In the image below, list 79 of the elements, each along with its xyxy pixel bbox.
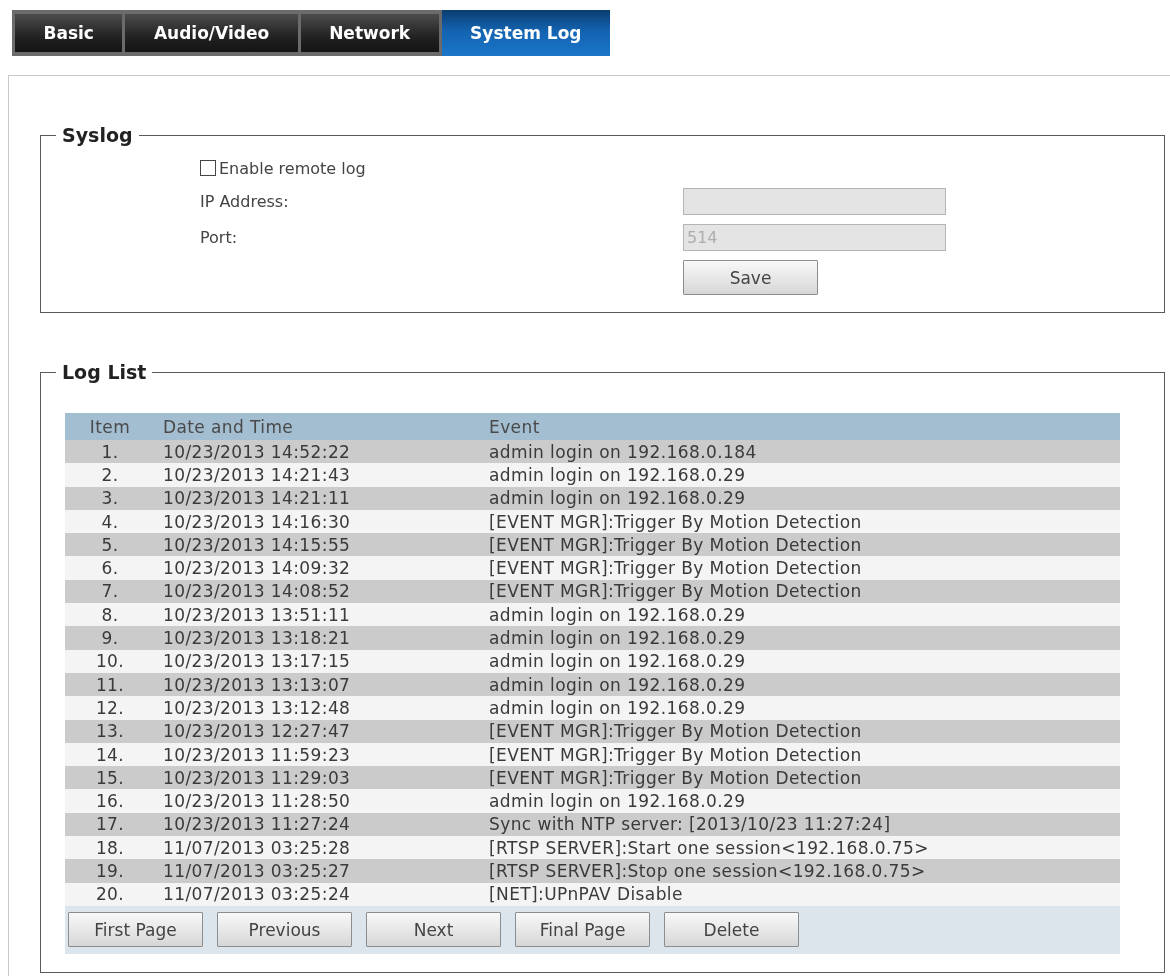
item-cell-text: 18.	[94, 837, 126, 858]
column-header: Item	[88, 416, 132, 437]
item-cell-text: 7.	[100, 581, 120, 602]
event-cell-text: [EVENT MGR]:Trigger By Motion Detection	[488, 721, 863, 742]
date-time-cell-text: 10/23/2013 13:12:48	[162, 697, 352, 718]
event-cell-text: admin login on 192.168.0.29	[488, 697, 747, 718]
date-time-cell-text: 10/23/2013 11:59:23	[162, 744, 352, 765]
tab[interactable]: Network	[300, 14, 439, 52]
date-time-cell-text: 11/07/2013 03:25:28	[162, 837, 352, 858]
date-time-cell-text: 10/23/2013 14:21:11	[162, 488, 352, 509]
tab[interactable]: Basic	[15, 14, 123, 52]
event-cell-text: [EVENT MGR]:Trigger By Motion Detection	[488, 744, 863, 765]
date-time-cell-text: 11/07/2013 03:25:24	[162, 884, 352, 905]
date-time-cell-text: 10/23/2013 14:09:32	[162, 558, 352, 579]
item-cell-text: 14.	[94, 744, 126, 765]
event-cell-text: admin login on 192.168.0.184	[488, 441, 758, 462]
date-time-cell-text: 10/23/2013 11:27:24	[162, 814, 352, 835]
event-cell-text: admin login on 192.168.0.29	[488, 628, 747, 648]
save-button[interactable]: Save	[683, 260, 818, 295]
section-title: Log List	[61, 361, 148, 383]
event-cell-text: [RTSP SERVER]:Stop one session<192.168.0.75>	[488, 861, 927, 881]
item-cell-text: 16.	[94, 791, 126, 812]
event-cell-text: admin login on 192.168.0.29	[488, 791, 747, 812]
date-time-cell-text: 10/23/2013 14:52:22	[162, 441, 352, 462]
date-time-cell-text: 10/23/2013 13:17:15	[162, 651, 352, 672]
event-cell-text: Sync with NTP server: [2013/10/23 11:27:24]	[488, 814, 892, 835]
item-cell-text: 12.	[94, 697, 126, 718]
event-cell-text: [EVENT MGR]:Trigger By Motion Detection	[488, 767, 863, 788]
section-title: Syslog	[61, 124, 134, 146]
event-cell-text: [EVENT MGR]:Trigger By Motion Detection	[488, 558, 863, 579]
tab[interactable]: System Log	[441, 10, 610, 56]
pagination-button[interactable]: First Page	[68, 912, 203, 948]
pagination-button[interactable]: Next	[366, 912, 501, 948]
date-time-cell-text: 10/23/2013 13:13:07	[162, 674, 352, 695]
event-cell-text: admin login on 192.168.0.29	[488, 488, 747, 509]
event-cell-text: admin login on 192.168.0.29	[488, 674, 747, 695]
tab[interactable]: Audio/Video	[125, 14, 298, 52]
date-time-cell-text: 10/23/2013 14:21:43	[162, 464, 352, 485]
item-cell-text: 15.	[94, 767, 126, 788]
date-time-cell-text: 10/23/2013 14:08:52	[162, 581, 352, 602]
item-cell-text: 2.	[100, 464, 120, 485]
column-header: Date and Time	[162, 416, 295, 437]
pagination-button[interactable]: Final Page	[515, 912, 650, 948]
event-cell-text: [RTSP SERVER]:Start one session<192.168.0.75>	[488, 837, 930, 858]
item-cell-text: 13.	[94, 721, 126, 742]
item-cell-text: 17.	[94, 814, 126, 835]
date-time-cell-text: 10/23/2013 14:15:55	[162, 534, 352, 555]
event-cell-text: [NET]:UPnPAV Disable	[488, 884, 684, 905]
checkbox-label: Enable remote log	[219, 158, 366, 178]
item-cell-text: 9.	[100, 628, 120, 648]
event-cell-text: admin login on 192.168.0.29	[488, 464, 747, 485]
event-cell-text: [EVENT MGR]:Trigger By Motion Detection	[488, 534, 863, 555]
event-cell-text: [EVENT MGR]:Trigger By Motion Detection	[488, 581, 863, 602]
item-cell-text: 1.	[100, 441, 120, 462]
item-cell-text: 10.	[94, 651, 126, 672]
date-time-cell-text: 10/23/2013 12:27:47	[162, 721, 352, 742]
item-cell-text: 6.	[100, 558, 120, 579]
event-cell-text: [EVENT MGR]:Trigger By Motion Detection	[488, 511, 863, 532]
date-time-cell-text: 10/23/2013 11:29:03	[162, 767, 352, 788]
date-time-cell-text: 10/23/2013 13:18:21	[162, 628, 352, 648]
item-cell-text: 4.	[100, 511, 120, 532]
pagination-button[interactable]: Previous	[217, 912, 352, 948]
item-cell-text: 11.	[94, 674, 126, 695]
item-cell-text: 8.	[100, 604, 120, 625]
event-cell-text: admin login on 192.168.0.29	[488, 604, 747, 625]
date-time-cell-text: 11/07/2013 03:25:27	[162, 861, 352, 881]
item-cell-text: 19.	[94, 861, 126, 881]
item-cell-text: 5.	[100, 534, 120, 555]
item-cell-text: 20.	[94, 884, 126, 905]
event-cell-text: admin login on 192.168.0.29	[488, 651, 747, 672]
column-header: Event	[488, 416, 541, 437]
date-time-cell-text: 10/23/2013 11:28:50	[162, 791, 352, 812]
date-time-cell-text: 10/23/2013 14:16:30	[162, 511, 352, 532]
enable-remote-log-checkbox[interactable]	[200, 160, 216, 176]
field-label: IP Address:	[200, 192, 290, 211]
date-time-cell-text: 10/23/2013 13:51:11	[162, 604, 352, 625]
pagination-button[interactable]: Delete	[664, 912, 799, 948]
item-cell-text: 3.	[100, 488, 120, 509]
field-label: Port:	[200, 228, 239, 247]
